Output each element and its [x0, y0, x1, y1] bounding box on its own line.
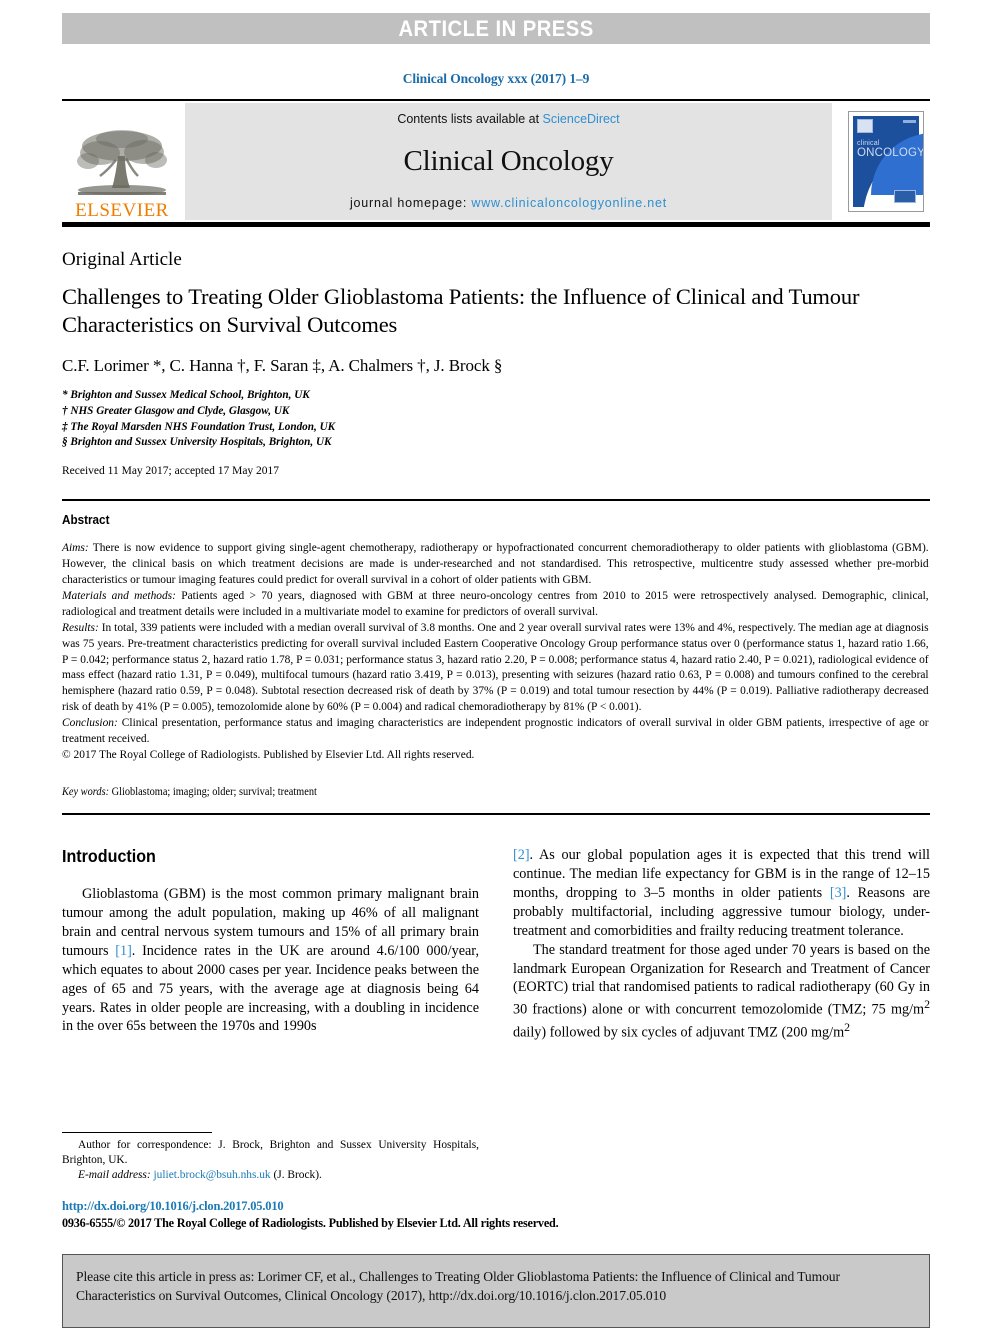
affiliation-item: * Brighton and Sussex Medical School, Br…: [62, 388, 310, 401]
abstract-top-rule: [62, 499, 930, 502]
abstract-aims-label: Aims:: [62, 540, 89, 555]
cover-name-line2: ONCOLOGY: [857, 146, 924, 159]
sciencedirect-link[interactable]: ScienceDirect: [543, 112, 620, 126]
abstract-methods: Materials and methods: Patients aged > 7…: [62, 588, 929, 620]
page-footer-region: Author for correspondence: J. Brock, Bri…: [62, 1118, 930, 1231]
keywords-line: Key words: Glioblastoma; imaging; older;…: [62, 786, 843, 798]
homepage-prefix: journal homepage:: [349, 196, 472, 210]
publisher-logo-block: ELSEVIER: [62, 101, 182, 222]
abstract-results-text: In total, 339 patients were included wit…: [62, 619, 929, 714]
keywords-values: Glioblastoma; imaging; older; survival; …: [109, 785, 317, 798]
email-link[interactable]: juliet.brock@bsuh.nhs.uk: [151, 1169, 271, 1181]
email-note: E-mail address: juliet.brock@bsuh.nhs.uk…: [62, 1168, 479, 1183]
column-left: Introduction Glioblastoma (GBM) is the m…: [62, 846, 479, 1043]
abstract-aims-text: There is now evidence to support giving …: [62, 540, 929, 587]
intro-p2-superscript-1: 2: [924, 997, 930, 1012]
cover-top-rule: [903, 120, 916, 123]
banner-label: ARTICLE IN PRESS: [398, 15, 594, 41]
affiliation-item: † NHS Greater Glasgow and Clyde, Glasgow…: [62, 404, 290, 417]
journal-homepage-link[interactable]: www.clinicaloncologyonline.net: [471, 196, 667, 210]
elsevier-wordmark: ELSEVIER: [75, 200, 169, 221]
doi-link[interactable]: http://dx.doi.org/10.1016/j.clon.2017.05…: [62, 1199, 930, 1214]
citation-ref-1[interactable]: [1]: [115, 943, 132, 959]
abstract-aims: Aims: There is now evidence to support g…: [62, 540, 929, 588]
abstract-copyright: © 2017 The Royal College of Radiologists…: [62, 746, 475, 761]
masthead-center: Contents lists available at ScienceDirec…: [185, 103, 832, 220]
body-columns: Introduction Glioblastoma (GBM) is the m…: [62, 846, 930, 1043]
citation-ref-3[interactable]: [3]: [830, 885, 847, 901]
corresponding-author-note: Author for correspondence: J. Brock, Bri…: [62, 1138, 479, 1166]
received-dates: Received 11 May 2017; accepted 17 May 20…: [62, 465, 280, 478]
footnote-separator: [62, 1131, 212, 1133]
section-heading-introduction: Introduction: [62, 845, 156, 866]
intro-paragraph-2: The standard treatment for those aged un…: [513, 941, 930, 1043]
citation-ref-2[interactable]: [2]: [513, 847, 530, 863]
cover-crest-icon: [857, 119, 873, 133]
journal-cover-image: clinical ONCOLOGY: [848, 111, 924, 212]
intro-p2-text-b: daily) followed by six cycles of adjuvan…: [513, 1024, 845, 1041]
article-in-press-banner: ARTICLE IN PRESS: [62, 13, 930, 44]
journal-reference: Clinical Oncology xxx (2017) 1–9: [402, 71, 590, 86]
article-type-kicker: Original Article: [62, 249, 182, 270]
abstract-methods-text: Patients aged > 70 years, diagnosed with…: [62, 587, 929, 618]
affiliation-list: * Brighton and Sussex Medical School, Br…: [62, 388, 930, 452]
author-list: C.F. Lorimer *, C. Hanna †, F. Saran ‡, …: [62, 356, 930, 376]
keywords-label: Key words:: [62, 785, 110, 798]
abstract-results: Results: In total, 339 patients were inc…: [62, 620, 929, 715]
journal-masthead: ELSEVIER Contents lists available at Sci…: [62, 99, 930, 227]
abstract-results-label: Results:: [62, 619, 99, 634]
intro-paragraph-1: Glioblastoma (GBM) is the most common pr…: [62, 885, 479, 1037]
issn-copyright-line: 0936-6555/© 2017 The Royal College of Ra…: [62, 1216, 559, 1230]
journal-homepage-line: journal homepage: www.clinicaloncologyon…: [350, 196, 667, 210]
intro-paragraph-1-cont: [2]. As our global population ages it is…: [513, 846, 930, 941]
footnote-block: Author for correspondence: J. Brock, Bri…: [62, 1131, 479, 1183]
abstract-methods-label: Materials and methods:: [62, 587, 176, 602]
email-label: E-mail address:: [78, 1168, 151, 1181]
contents-list-line: Contents lists available at ScienceDirec…: [397, 112, 619, 126]
cite-this-article-box: Please cite this article in press as: Lo…: [62, 1254, 930, 1328]
cover-journal-name: clinical ONCOLOGY: [857, 140, 924, 159]
cite-text: Please cite this article in press as: Lo…: [76, 1269, 840, 1303]
affiliation-item: § Brighton and Sussex University Hospita…: [62, 436, 332, 449]
page-title: Challenges to Treating Older Glioblastom…: [62, 284, 860, 338]
affiliation-item: ‡ The Royal Marsden NHS Foundation Trust…: [62, 420, 336, 433]
journal-title: Clinical Oncology: [403, 144, 614, 177]
contents-prefix: Contents lists available at: [397, 112, 543, 126]
abstract-conclusion-label: Conclusion:: [62, 715, 118, 730]
intro-p2-superscript-2: 2: [844, 1020, 851, 1035]
cover-publisher-badge: [894, 190, 916, 203]
email-suffix: (J. Brock).: [270, 1168, 322, 1181]
article-page: ARTICLE IN PRESS Clinical Oncology xxx (…: [0, 13, 992, 1336]
abstract-conclusion-text: Clinical presentation, performance statu…: [62, 715, 929, 745]
column-right: [2]. As our global population ages it is…: [513, 846, 930, 1043]
intro-p2-text-a: The standard treatment for those aged un…: [513, 941, 930, 1019]
abstract-conclusion: Conclusion: Clinical presentation, perfo…: [62, 715, 929, 747]
abstract-bottom-rule: [62, 812, 930, 815]
abstract-heading: Abstract: [62, 512, 110, 528]
journal-cover-block: clinical ONCOLOGY: [842, 101, 930, 222]
elsevier-tree-icon: [77, 130, 167, 195]
author-names: C.F. Lorimer *, C. Hanna †, F. Saran ‡, …: [62, 355, 503, 375]
abstract-body: Aims: There is now evidence to support g…: [62, 540, 929, 762]
